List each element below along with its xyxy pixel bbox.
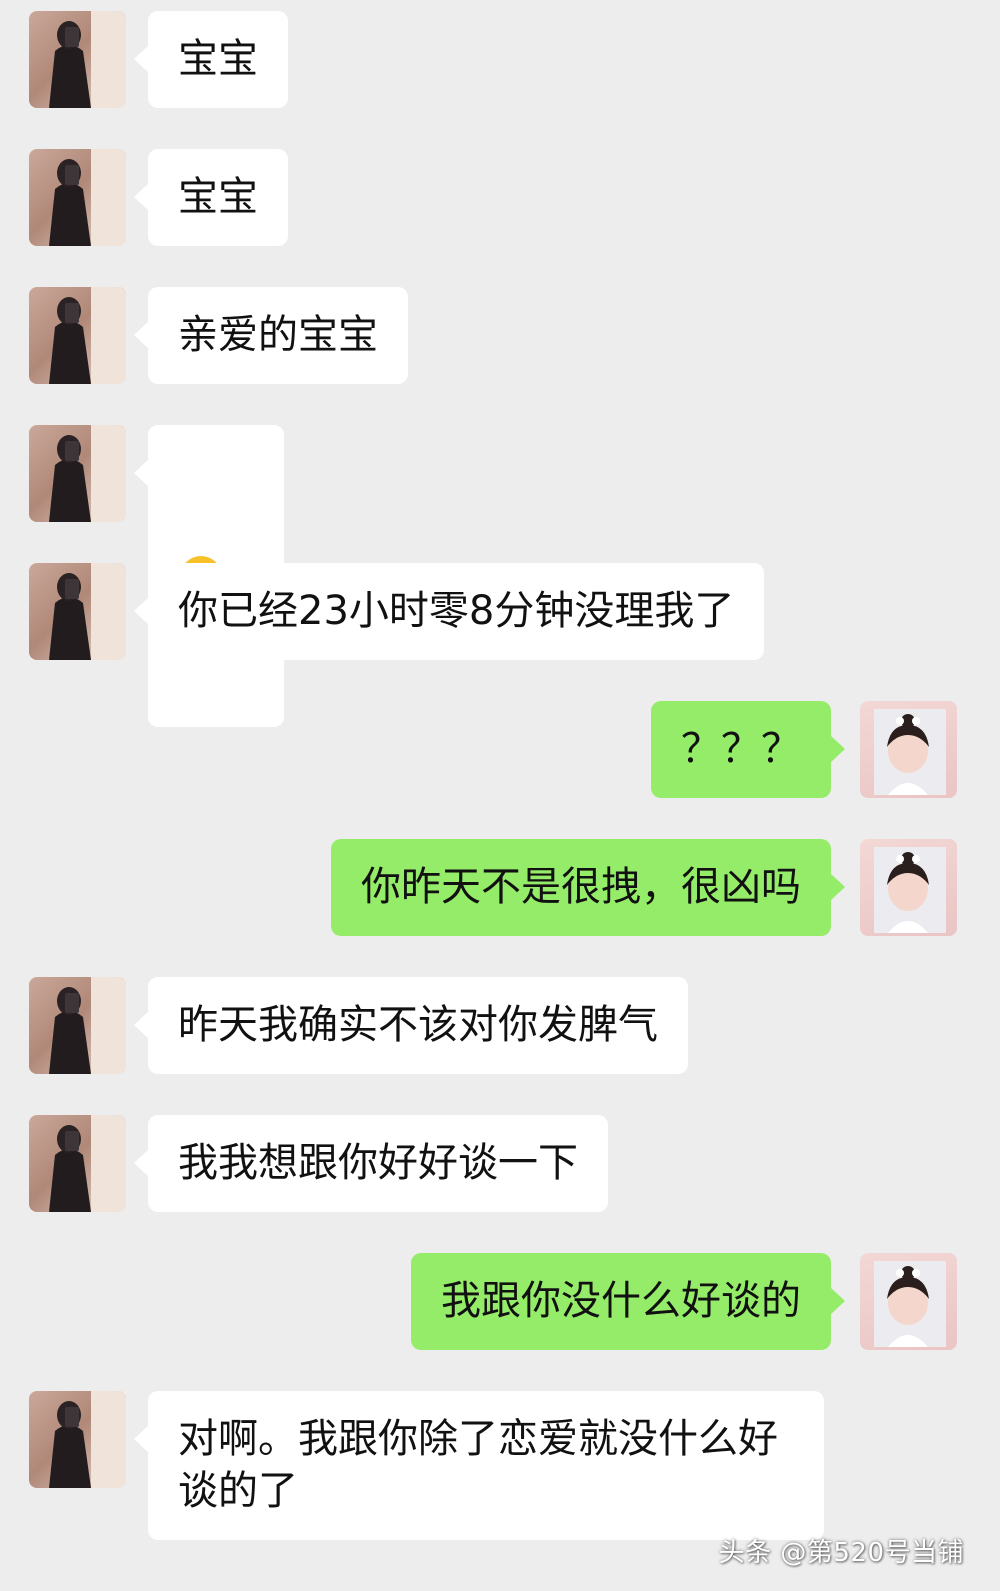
message-row: 对啊。我跟你除了恋爱就没什么好 谈的了: [0, 1391, 1000, 1540]
message-row: 你昨天不是很拽，很凶吗: [0, 839, 1000, 936]
message-bubble[interactable]: 你已经23小时零8分钟没理我了: [133, 563, 765, 660]
contact-avatar[interactable]: [29, 563, 126, 660]
message-row: [0, 425, 1000, 727]
message-bubble[interactable]: 我跟你没什么好谈的: [411, 1253, 845, 1350]
message-row: 昨天我确实不该对你发脾气: [0, 977, 1000, 1074]
user-avatar[interactable]: [860, 701, 957, 798]
message-row: 你已经23小时零8分钟没理我了: [0, 563, 1000, 660]
message-bubble[interactable]: 我我想跟你好好谈一下: [134, 1115, 608, 1212]
message-bubble[interactable]: 对啊。我跟你除了恋爱就没什么好 谈的了: [134, 1391, 824, 1540]
contact-avatar[interactable]: [29, 287, 126, 384]
message-row: ？？？: [0, 701, 1000, 798]
watermark: 头条 @第520号当铺: [718, 1538, 964, 1568]
user-avatar[interactable]: [860, 839, 957, 936]
message-row: 宝宝: [0, 11, 1000, 108]
contact-avatar[interactable]: [29, 1391, 126, 1488]
message-bubble[interactable]: 宝宝: [134, 149, 288, 246]
message-bubble[interactable]: 你昨天不是很拽，很凶吗: [331, 839, 845, 936]
message-bubble[interactable]: ？？？: [651, 701, 845, 798]
message-row: 亲爱的宝宝: [0, 287, 1000, 384]
message-bubble[interactable]: 宝宝: [134, 11, 288, 108]
chat-window: 宝宝 宝宝 亲爱的宝宝 你已经23小时零8分钟没理我了 ？？？ 你昨天不是很拽，…: [0, 0, 1000, 1591]
contact-avatar[interactable]: [29, 977, 126, 1074]
user-avatar[interactable]: [860, 1253, 957, 1350]
contact-avatar[interactable]: [29, 11, 126, 108]
contact-avatar[interactable]: [29, 149, 126, 246]
contact-avatar[interactable]: [29, 425, 126, 522]
message-bubble[interactable]: 昨天我确实不该对你发脾气: [134, 977, 688, 1074]
message-bubble[interactable]: 亲爱的宝宝: [134, 287, 408, 384]
message-row: 我跟你没什么好谈的: [0, 1253, 1000, 1350]
message-row: 宝宝: [0, 149, 1000, 246]
contact-avatar[interactable]: [29, 1115, 126, 1212]
message-row: 我我想跟你好好谈一下: [0, 1115, 1000, 1212]
